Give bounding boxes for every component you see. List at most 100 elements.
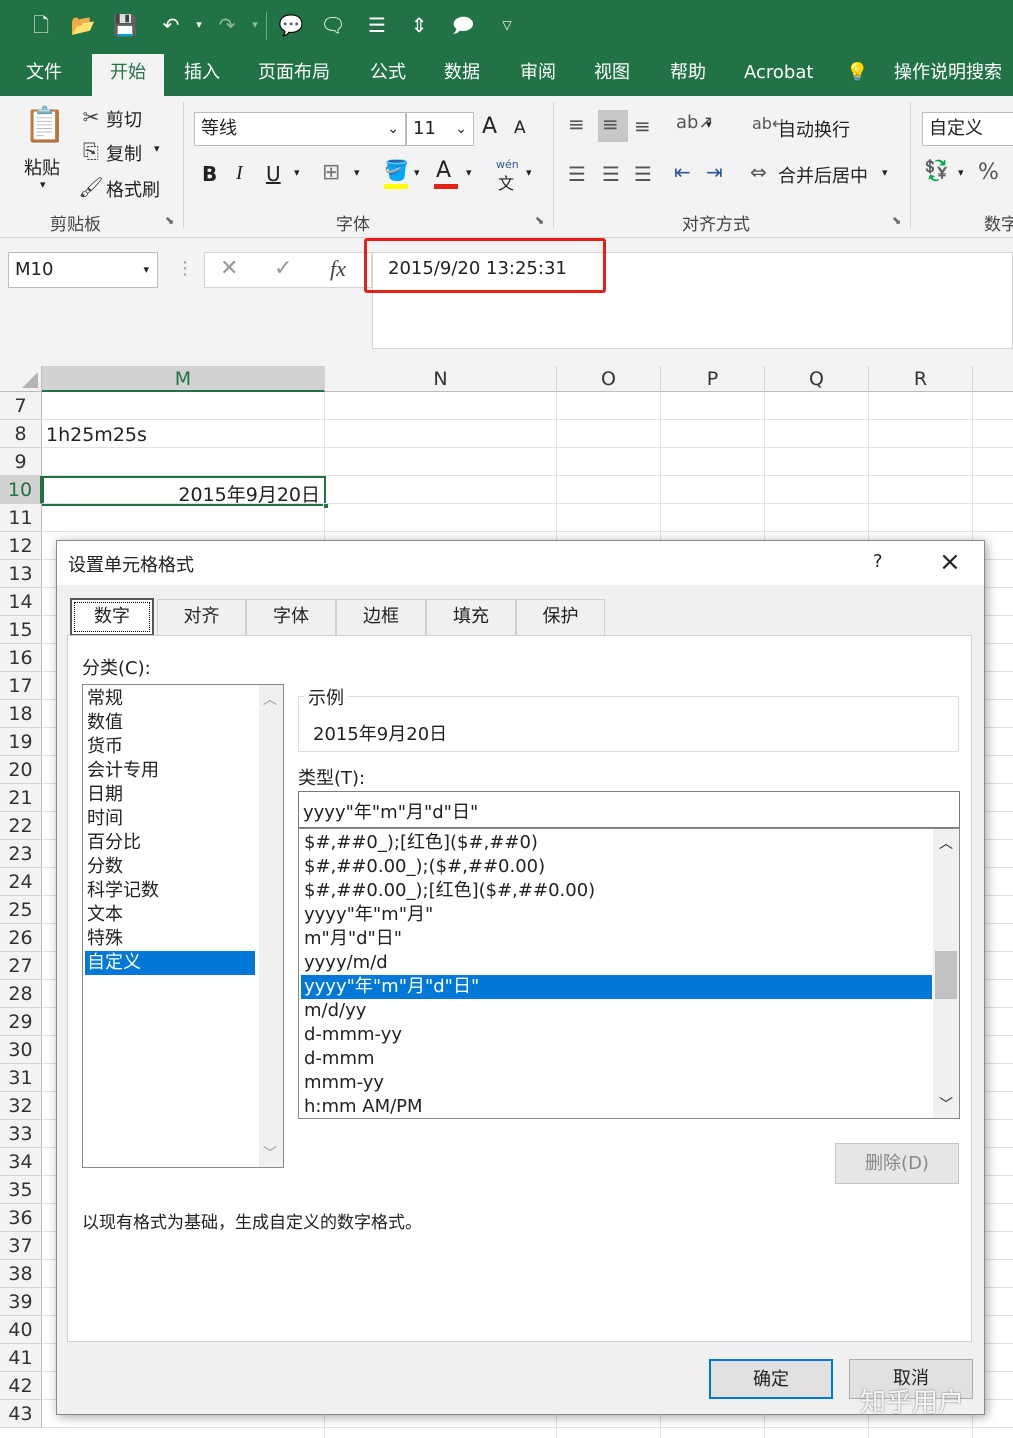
row-header[interactable]: 18 xyxy=(0,700,42,728)
row-header[interactable]: 28 xyxy=(0,980,42,1008)
align-center-icon[interactable]: ☰ xyxy=(602,162,620,186)
row-header[interactable]: 32 xyxy=(0,1092,42,1120)
row-header[interactable]: 24 xyxy=(0,868,42,896)
row-header[interactable]: 10 xyxy=(0,476,42,504)
tab-insert[interactable]: 插入 xyxy=(170,50,234,96)
row-header[interactable]: 13 xyxy=(0,560,42,588)
font-size-combo[interactable]: 11 ⌄ xyxy=(406,112,474,146)
format-painter-button[interactable]: 格式刷 xyxy=(106,176,160,202)
row-header[interactable]: 11 xyxy=(0,504,42,532)
cut-button[interactable]: 剪切 xyxy=(106,106,142,132)
tab-data[interactable]: 数据 xyxy=(430,50,494,96)
alignment-launcher-icon[interactable]: ⬊ xyxy=(892,214,901,227)
clipboard-launcher-icon[interactable]: ⬊ xyxy=(165,214,174,227)
row-header[interactable]: 9 xyxy=(0,448,42,476)
shrink-font-icon[interactable]: A xyxy=(514,118,526,138)
format-item[interactable]: $#,##0.00_);[红色]($#,##0.00) xyxy=(301,879,932,903)
accounting-dropdown-icon[interactable]: ▾ xyxy=(958,166,964,179)
underline-button[interactable]: U xyxy=(266,162,281,186)
scroll-down-icon[interactable]: ﹀ xyxy=(939,1094,953,1114)
row-header[interactable]: 31 xyxy=(0,1064,42,1092)
row-header[interactable]: 22 xyxy=(0,812,42,840)
row-header[interactable]: 17 xyxy=(0,672,42,700)
italic-button[interactable]: I xyxy=(236,162,243,185)
font-color-dropdown-icon[interactable]: ▾ xyxy=(466,166,472,179)
row-header[interactable]: 42 xyxy=(0,1372,42,1400)
help-button[interactable]: ? xyxy=(873,551,883,572)
row-header[interactable]: 15 xyxy=(0,616,42,644)
align-bottom-icon[interactable]: ≡ xyxy=(634,114,651,138)
scroll-up-icon[interactable]: ︿ xyxy=(263,689,277,709)
column-header-o[interactable]: O xyxy=(557,366,661,392)
ok-button[interactable]: 确定 xyxy=(709,1359,833,1399)
row-header[interactable]: 20 xyxy=(0,756,42,784)
scroll-up-icon[interactable]: ︿ xyxy=(939,833,953,853)
tell-me-search[interactable]: 操作说明搜索 xyxy=(880,50,1013,96)
row-header[interactable]: 23 xyxy=(0,840,42,868)
tab-view[interactable]: 视图 xyxy=(580,50,644,96)
category-item[interactable]: 文本 xyxy=(85,903,255,927)
new-file-icon[interactable]: 🗋 xyxy=(26,10,56,40)
fill-color-icon[interactable]: 🪣 xyxy=(384,158,409,182)
category-list[interactable]: 常规 数值 货币 会计专用 日期 时间 百分比 分数 科学记数 文本 特殊 自定义 ︿ ﹀ xyxy=(82,684,284,1168)
align-left-icon[interactable]: ☰ xyxy=(568,162,586,186)
row-header[interactable]: 35 xyxy=(0,1176,42,1204)
row-header[interactable]: 26 xyxy=(0,924,42,952)
format-item[interactable]: $#,##0_);[红色]($#,##0) xyxy=(301,831,932,855)
tab-page-layout[interactable]: 页面布局 xyxy=(244,50,344,96)
format-list[interactable]: $#,##0_);[红色]($#,##0) $#,##0.00_);($#,##0… xyxy=(298,828,960,1119)
borders-dropdown-icon[interactable]: ▾ xyxy=(354,166,360,179)
scroll-down-icon[interactable]: ﹀ xyxy=(263,1143,277,1163)
row-header[interactable]: 33 xyxy=(0,1120,42,1148)
open-folder-icon[interactable]: 📂 xyxy=(68,10,98,40)
tab-file[interactable]: 文件 xyxy=(12,50,76,96)
category-item[interactable]: 特殊 xyxy=(85,927,255,951)
copy-button[interactable]: 复制 xyxy=(106,140,142,166)
undo-icon[interactable]: ↶ xyxy=(156,10,186,40)
name-box[interactable]: M10 ▾ xyxy=(8,252,158,288)
format-item[interactable]: d-mmm xyxy=(301,1047,932,1071)
row-header[interactable]: 30 xyxy=(0,1036,42,1064)
row-header[interactable]: 40 xyxy=(0,1316,42,1344)
enter-icon[interactable]: ✓ xyxy=(274,256,292,281)
row-header[interactable]: 16 xyxy=(0,644,42,672)
tab-acrobat[interactable]: Acrobat xyxy=(730,50,827,96)
format-item[interactable]: $#,##0.00_);($#,##0.00) xyxy=(301,855,932,879)
insert-function-icon[interactable]: fx xyxy=(330,256,346,282)
phonetic-dropdown-icon[interactable]: ▾ xyxy=(526,166,532,179)
borders-icon[interactable]: ⊞ xyxy=(322,160,340,185)
row-header[interactable]: 36 xyxy=(0,1204,42,1232)
font-color-icon[interactable]: A xyxy=(436,158,451,183)
accounting-format-icon[interactable]: 💱 xyxy=(924,158,949,182)
merge-dropdown-icon[interactable]: ▾ xyxy=(882,166,888,179)
tab-font[interactable]: 字体 xyxy=(246,599,336,635)
tab-home[interactable]: 开始 xyxy=(92,54,164,96)
format-item[interactable]: d-mmm-yy xyxy=(301,1023,932,1047)
category-item[interactable]: 日期 xyxy=(85,783,255,807)
category-item[interactable]: 百分比 xyxy=(85,831,255,855)
copy-dropdown-icon[interactable]: ▾ xyxy=(154,142,160,155)
cancel-icon[interactable]: ✕ xyxy=(220,256,238,281)
tab-border[interactable]: 边框 xyxy=(336,599,426,635)
redo-icon[interactable]: ↷ xyxy=(212,10,242,40)
text-direction-icon[interactable]: ⇕ xyxy=(404,10,434,40)
close-button[interactable]: × xyxy=(939,547,961,577)
font-name-combo[interactable]: 等线 ⌄ xyxy=(194,112,406,146)
paste-dropdown-icon[interactable]: ▾ xyxy=(40,178,46,191)
orientation-dropdown-icon[interactable]: ▾ xyxy=(706,118,712,131)
save-icon[interactable]: 💾 xyxy=(110,10,140,40)
active-cell-m10[interactable]: 2015年9月20日 xyxy=(42,476,329,509)
undo-dropdown-icon[interactable]: ▾ xyxy=(184,10,214,40)
category-item[interactable]: 会计专用 xyxy=(85,759,255,783)
row-header[interactable]: 14 xyxy=(0,588,42,616)
row-header[interactable]: 41 xyxy=(0,1344,42,1372)
format-item[interactable]: yyyy"年"m"月"d"日" xyxy=(301,975,932,999)
paste-icon[interactable]: 📋 xyxy=(22,102,68,148)
phonetic-icon[interactable]: 文 xyxy=(498,170,514,194)
category-item[interactable]: 分数 xyxy=(85,855,255,879)
row-header[interactable]: 8 xyxy=(0,420,42,448)
column-header-s[interactable] xyxy=(973,366,1013,392)
show-comments-icon[interactable]: 🗩 xyxy=(448,10,478,40)
category-item[interactable]: 常规 xyxy=(85,687,255,711)
number-format-combo[interactable]: 自定义 xyxy=(922,112,1013,146)
